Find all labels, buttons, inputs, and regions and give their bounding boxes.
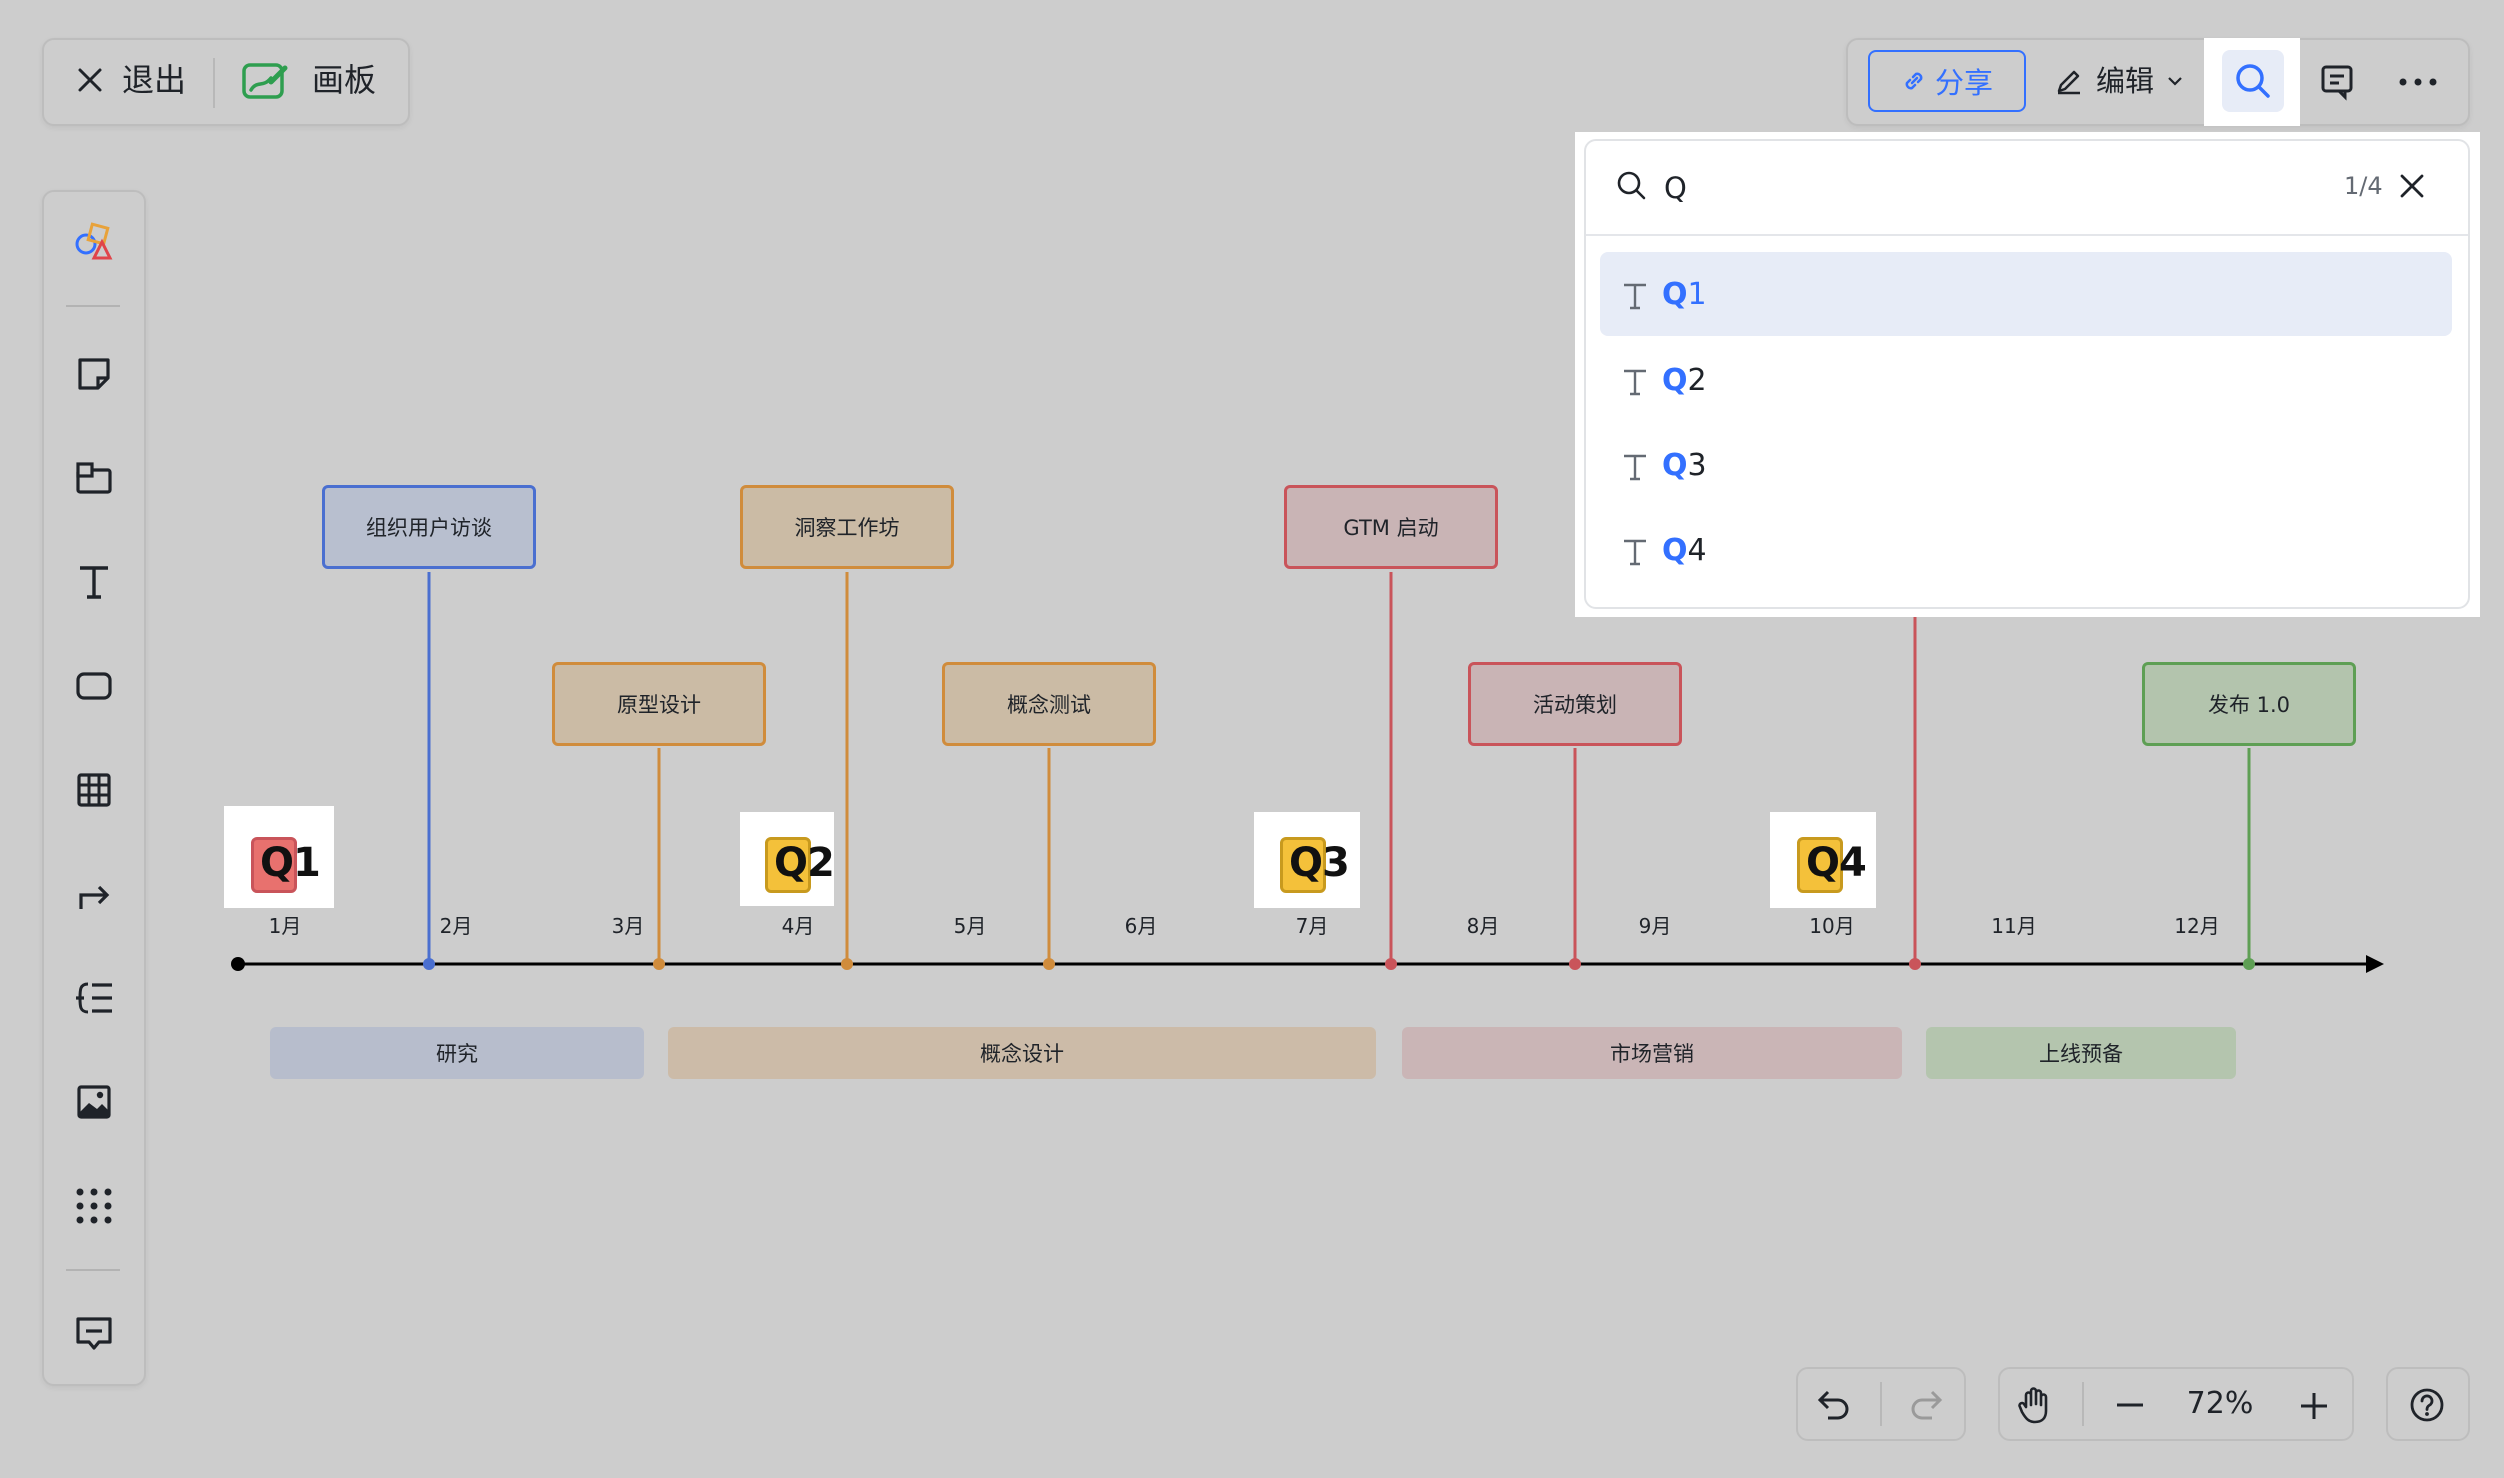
milestone-node[interactable]: 发布 1.0: [2142, 662, 2356, 746]
phase-bar[interactable]: 研究: [270, 1027, 644, 1079]
search-result-label: Q2: [1662, 362, 1707, 398]
search-result-label: Q1: [1662, 276, 1707, 312]
month-label: 2月: [439, 914, 473, 938]
month-label: 11月: [1991, 914, 2037, 938]
month-label: 8月: [1466, 914, 1500, 938]
connector-dot: [1569, 958, 1581, 970]
phase-bar[interactable]: 上线预备: [1926, 1027, 2236, 1079]
toolbar-divider: [1880, 1382, 1882, 1426]
quarter-label: Q3: [1289, 840, 1350, 886]
hand-icon[interactable]: [2014, 1384, 2056, 1426]
search-divider: [1586, 234, 2468, 236]
close-icon[interactable]: [2394, 168, 2430, 204]
search-icon: [1614, 168, 1650, 204]
text-icon: [1624, 369, 1646, 396]
connector-dot: [1909, 958, 1921, 970]
month-label: 5月: [953, 914, 987, 938]
search-result-count: 1/4: [2344, 172, 2383, 200]
month-label: 6月: [1124, 914, 1158, 938]
undo-icon[interactable]: [1814, 1384, 1854, 1424]
search-result-item[interactable]: Q3: [1600, 423, 2452, 507]
search-result-item[interactable]: Q2: [1600, 338, 2452, 422]
search-result-label: Q4: [1662, 532, 1707, 568]
phase-bar[interactable]: 概念设计: [668, 1027, 1376, 1079]
quarter-label: Q4: [1806, 840, 1867, 886]
connector-dot: [1385, 958, 1397, 970]
help-icon[interactable]: [2406, 1384, 2448, 1426]
timeline-start-dot: [231, 957, 245, 971]
month-label: 7月: [1295, 914, 1329, 938]
milestone-node[interactable]: 组织用户访谈: [322, 485, 536, 569]
month-label: 9月: [1638, 914, 1672, 938]
zoom-in-icon[interactable]: [2296, 1388, 2332, 1424]
text-icon: [1624, 454, 1646, 481]
connector-dot: [841, 958, 853, 970]
month-label: 4月: [781, 914, 815, 938]
milestone-node[interactable]: 活动策划: [1468, 662, 1682, 746]
quarter-label: Q2: [774, 840, 835, 886]
text-icon: [1624, 539, 1646, 566]
quarter-label: Q1: [260, 840, 321, 886]
milestone-node[interactable]: 原型设计: [552, 662, 766, 746]
search-result-label: Q3: [1662, 447, 1707, 483]
zoom-out-icon[interactable]: [2112, 1390, 2148, 1420]
search-result-item[interactable]: Q4: [1600, 508, 2452, 592]
connector-dot: [1043, 958, 1055, 970]
connector-dot: [423, 958, 435, 970]
redo-icon[interactable]: [1906, 1384, 1946, 1424]
milestone-node[interactable]: GTM 启动: [1284, 485, 1498, 569]
search-result-item[interactable]: Q1: [1600, 252, 2452, 336]
connector-dot: [2243, 958, 2255, 970]
search-input[interactable]: Q: [1664, 168, 2264, 208]
milestone-node[interactable]: 概念测试: [942, 662, 1156, 746]
zoom-level[interactable]: 72%: [2180, 1386, 2260, 1421]
toolbar-divider: [2082, 1382, 2084, 1426]
month-label: 1月: [268, 914, 302, 938]
timeline-arrow: [2366, 955, 2384, 973]
milestone-node[interactable]: 洞察工作坊: [740, 485, 954, 569]
connector-dot: [653, 958, 665, 970]
text-icon: [1624, 283, 1646, 310]
month-label: 3月: [611, 914, 645, 938]
month-label: 12月: [2174, 914, 2220, 938]
phase-bar[interactable]: 市场营销: [1402, 1027, 1902, 1079]
month-label: 10月: [1809, 914, 1855, 938]
